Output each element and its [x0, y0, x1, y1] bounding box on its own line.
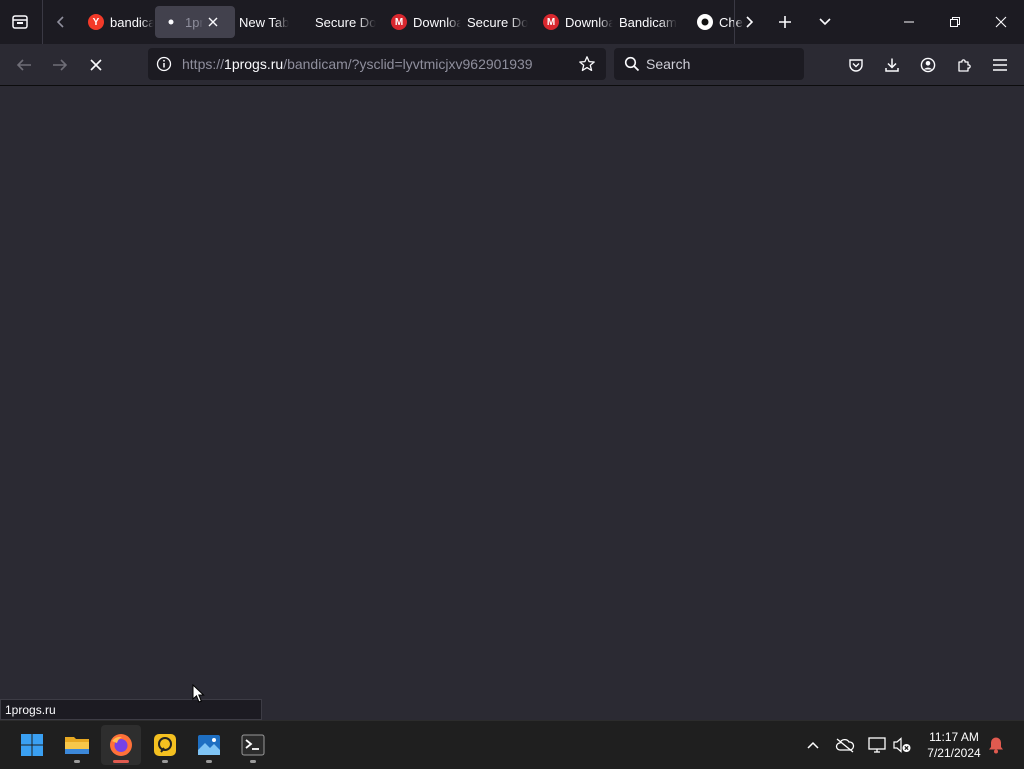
running-indicator [206, 760, 212, 763]
navigation-toolbar: https://1progs.ru/bandicam/?ysclid=lyvtm… [0, 44, 1024, 86]
url-prefix: https:// [182, 56, 225, 72]
network-icon[interactable] [865, 733, 889, 757]
notification-bell-icon[interactable] [984, 733, 1008, 757]
search-placeholder: Search [646, 56, 691, 72]
tab-label: Bandicam [619, 14, 677, 30]
tab-download-mega-2[interactable]: M Download [535, 6, 613, 38]
tab-strip-divider [734, 0, 735, 44]
tab-1progs[interactable]: 1progs [155, 6, 235, 38]
bookmark-star-icon[interactable] [578, 55, 596, 73]
tab-label: bandicam [110, 14, 154, 30]
photos-icon[interactable] [189, 725, 229, 765]
volume-muted-icon[interactable] [890, 733, 914, 757]
stop-loading-x-icon[interactable] [84, 53, 108, 77]
loading-dot-icon [163, 19, 179, 25]
url-text: https://1progs.ru/bandicam/?ysclid=lyvtm… [182, 56, 533, 72]
clock-date: 7/21/2024 [927, 746, 981, 760]
forward-arrow-icon[interactable] [48, 53, 72, 77]
chat-icon [697, 14, 713, 30]
minimize-window-icon[interactable] [886, 0, 932, 44]
tab-secure-do-2[interactable]: Secure Do [459, 6, 537, 38]
onedrive-offline-icon[interactable] [833, 733, 857, 757]
site-info-icon[interactable] [156, 56, 172, 72]
tab-bandicam[interactable]: Y bandicam [80, 6, 154, 38]
account-icon[interactable] [916, 53, 940, 77]
file-explorer-icon[interactable] [57, 725, 97, 765]
back-arrow-icon[interactable] [12, 53, 36, 77]
close-tab-icon[interactable] [207, 16, 219, 28]
mega-icon: M [543, 14, 559, 30]
tab-strip-divider [42, 0, 43, 44]
tab-label: 1progs [185, 14, 203, 30]
yandex-icon: Y [88, 14, 104, 30]
url-path: /bandicam/?ysclid=lyvtmicjxv962901939 [283, 56, 533, 72]
clock-time: 11:17 AM [929, 730, 979, 744]
mega-icon: M [391, 14, 407, 30]
search-bar[interactable]: Search [614, 48, 804, 80]
running-indicator [74, 760, 80, 763]
firefox-icon[interactable] [101, 725, 141, 765]
windows-start-icon[interactable] [12, 725, 52, 765]
windows-taskbar: 11:17 AM 7/21/2024 [0, 720, 1024, 769]
tab-download-mega[interactable]: M Download [383, 6, 461, 38]
running-indicator [162, 760, 168, 763]
restore-window-icon[interactable] [932, 0, 978, 44]
app-yellow-icon[interactable] [145, 725, 185, 765]
search-icon [624, 56, 640, 72]
terminal-icon[interactable] [233, 725, 273, 765]
tab-label: Secure Do [467, 14, 529, 30]
mouse-pointer-icon [192, 683, 206, 709]
scroll-tabs-right-icon[interactable] [738, 11, 760, 33]
app-menu-hamburger-icon[interactable] [988, 53, 1012, 77]
list-all-tabs-chevron-down-icon[interactable] [814, 11, 836, 33]
tab-strip: Y bandicam 1progs New Tab Secure Do M Do… [0, 0, 1024, 44]
downloads-icon[interactable] [880, 53, 904, 77]
firefox-view-icon[interactable] [8, 11, 32, 33]
pocket-icon[interactable] [844, 53, 868, 77]
address-bar[interactable]: https://1progs.ru/bandicam/?ysclid=lyvtm… [148, 48, 606, 80]
running-indicator [250, 760, 256, 763]
tab-bandicam-2[interactable]: Bandicam [611, 6, 691, 38]
running-indicator [113, 760, 129, 763]
tab-new-tab[interactable]: New Tab [231, 6, 309, 38]
new-tab-plus-icon[interactable] [774, 11, 796, 33]
show-hidden-icons-chevron-up-icon[interactable] [801, 733, 825, 757]
url-host: 1progs.ru [224, 56, 284, 72]
extensions-puzzle-icon[interactable] [952, 53, 976, 77]
tab-label: Secure Do [315, 14, 377, 30]
system-clock[interactable]: 11:17 AM 7/21/2024 [918, 729, 990, 761]
tab-label: New Tab [239, 14, 290, 30]
status-panel: 1progs.ru [0, 699, 262, 720]
close-window-icon[interactable] [978, 0, 1024, 44]
tab-label: Download [565, 14, 613, 30]
page-content-area [0, 86, 1024, 720]
scroll-tabs-left-icon[interactable] [50, 11, 72, 33]
tab-secure-do[interactable]: Secure Do [307, 6, 385, 38]
tab-label: Download [413, 14, 461, 30]
